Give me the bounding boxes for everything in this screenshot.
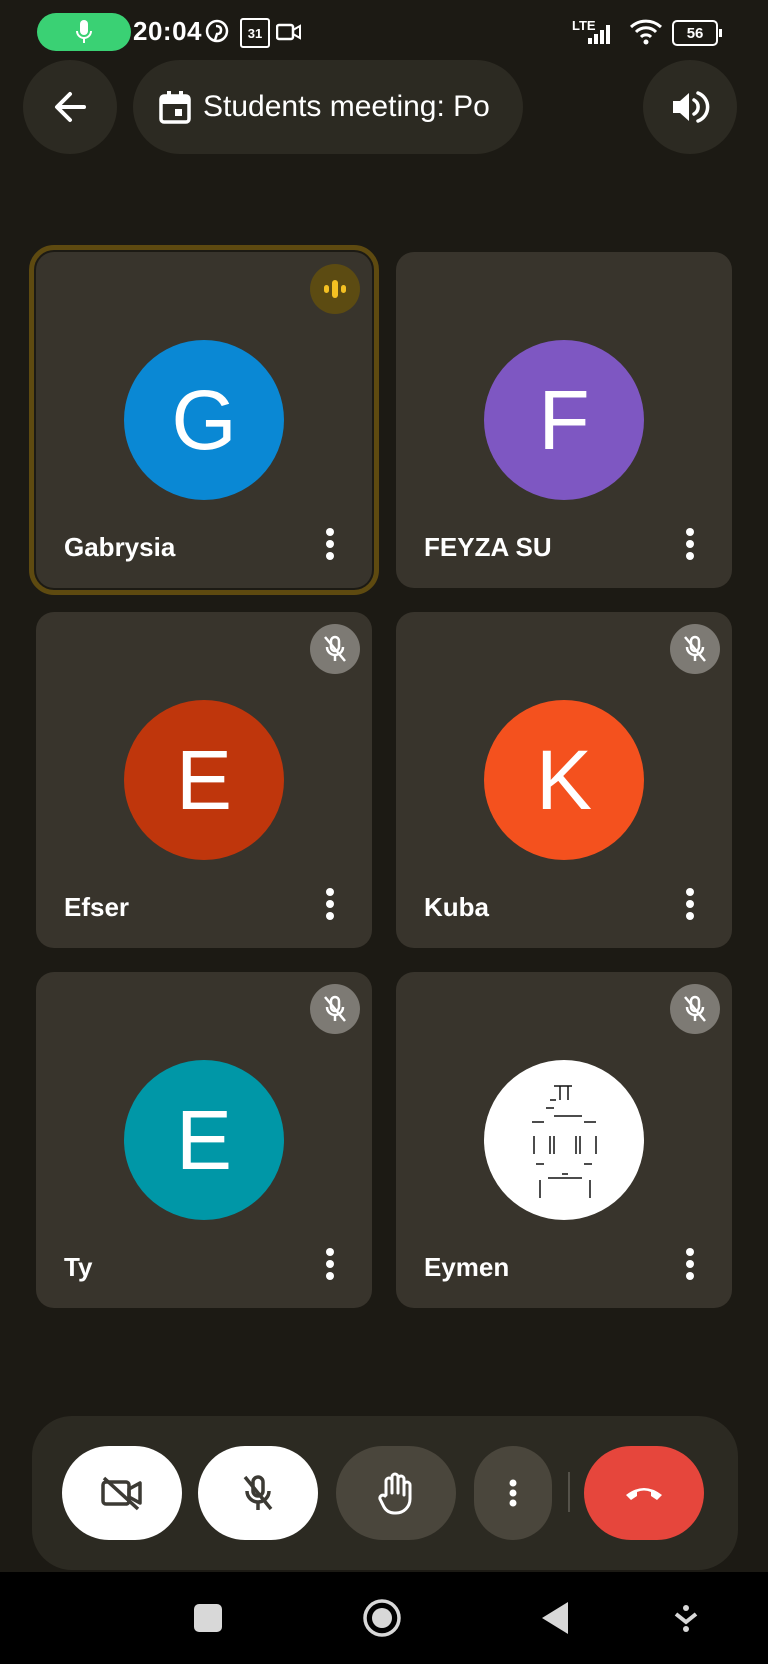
- battery-icon: 56: [672, 20, 722, 46]
- meeting-title: Students meeting: Po: [203, 90, 490, 123]
- calendar-status-icon: 31: [240, 18, 270, 48]
- hide-keyboard-button[interactable]: [672, 1602, 700, 1634]
- arrow-left-icon: [55, 92, 86, 122]
- mic-off-icon: [310, 984, 360, 1034]
- home-button[interactable]: [362, 1598, 402, 1638]
- avatar: E: [124, 700, 284, 860]
- more-vert-icon: [686, 1248, 694, 1280]
- camera-toggle-button[interactable]: [62, 1446, 182, 1540]
- back-nav-button[interactable]: [540, 1600, 570, 1636]
- more-options-button[interactable]: [670, 1244, 710, 1284]
- participant-tile[interactable]: G Gabrysia: [29, 245, 379, 595]
- avatar: F: [484, 340, 644, 500]
- avatar: K: [484, 700, 644, 860]
- end-call-button[interactable]: [584, 1446, 704, 1540]
- speaking-indicator-icon: [310, 264, 360, 314]
- status-time: 20:04: [133, 16, 202, 46]
- mic-icon: [76, 20, 92, 43]
- pinterest-icon: [204, 18, 230, 44]
- back-button[interactable]: [23, 60, 117, 154]
- more-options-button[interactable]: [670, 524, 710, 564]
- mic-off-icon: [670, 984, 720, 1034]
- mic-off-icon: [670, 624, 720, 674]
- mic-off-icon: [243, 1475, 273, 1511]
- mic-toggle-button[interactable]: [198, 1446, 318, 1540]
- wifi-icon: [628, 18, 664, 46]
- more-options-button[interactable]: [310, 884, 350, 924]
- more-vert-icon: [686, 888, 694, 920]
- avatar-initial: F: [538, 372, 590, 467]
- controls-divider: [568, 1472, 570, 1512]
- ascii-art-avatar-icon: [532, 1085, 597, 1198]
- participant-tile[interactable]: F FEYZA SU: [396, 252, 732, 588]
- participant-tile[interactable]: E Ty: [36, 972, 372, 1308]
- participant-name: Gabrysia: [64, 532, 176, 562]
- participant-tile[interactable]: E Efser: [36, 612, 372, 948]
- more-options-button[interactable]: [474, 1446, 552, 1540]
- more-vert-icon: [326, 888, 334, 920]
- home-icon: [363, 1599, 401, 1637]
- participant-tile[interactable]: Eymen: [396, 972, 732, 1308]
- participant-name: Kuba: [424, 892, 489, 922]
- avatar-image: [484, 1060, 644, 1220]
- avatar-initial: K: [535, 732, 593, 827]
- participant-name: Efser: [64, 892, 130, 922]
- battery-level: 56: [672, 20, 719, 46]
- participant-name: Ty: [64, 1252, 93, 1282]
- meeting-title-pill[interactable]: Students meeting: Po: [133, 60, 523, 154]
- more-vert-icon: [326, 1248, 334, 1280]
- phone-hangup-icon: [626, 1488, 662, 1500]
- call-controls-bar: [32, 1416, 738, 1570]
- more-options-button[interactable]: [310, 524, 350, 564]
- more-vert-icon: [509, 1479, 517, 1507]
- more-options-button[interactable]: [310, 1244, 350, 1284]
- more-options-button[interactable]: [670, 884, 710, 924]
- active-mic-indicator[interactable]: [37, 13, 131, 51]
- raise-hand-button[interactable]: [336, 1446, 456, 1540]
- avatar: E: [124, 1060, 284, 1220]
- chevron-down-icon: [674, 1605, 698, 1632]
- speaker-icon: [673, 91, 710, 123]
- participant-name: Eymen: [424, 1252, 510, 1282]
- avatar-initial: G: [171, 372, 237, 467]
- more-vert-icon: [686, 528, 694, 560]
- hand-icon: [378, 1472, 412, 1515]
- avatar-initial: E: [175, 1092, 233, 1187]
- video-off-icon: [101, 1476, 142, 1511]
- more-vert-icon: [326, 528, 334, 560]
- recents-button[interactable]: [194, 1604, 222, 1632]
- avatar: G: [124, 340, 284, 500]
- mic-off-icon: [310, 624, 360, 674]
- participant-tile[interactable]: K Kuba: [396, 612, 732, 948]
- system-navigation-bar: [0, 1572, 768, 1664]
- video-status-icon: [276, 22, 302, 42]
- audio-output-button[interactable]: [643, 60, 737, 154]
- calendar-icon: [159, 91, 191, 124]
- participant-name: FEYZA SU: [424, 532, 552, 562]
- triangle-back-icon: [542, 1602, 568, 1634]
- avatar-initial: E: [175, 732, 233, 827]
- signal-icon: [572, 22, 620, 46]
- calendar-day: 31: [247, 25, 263, 41]
